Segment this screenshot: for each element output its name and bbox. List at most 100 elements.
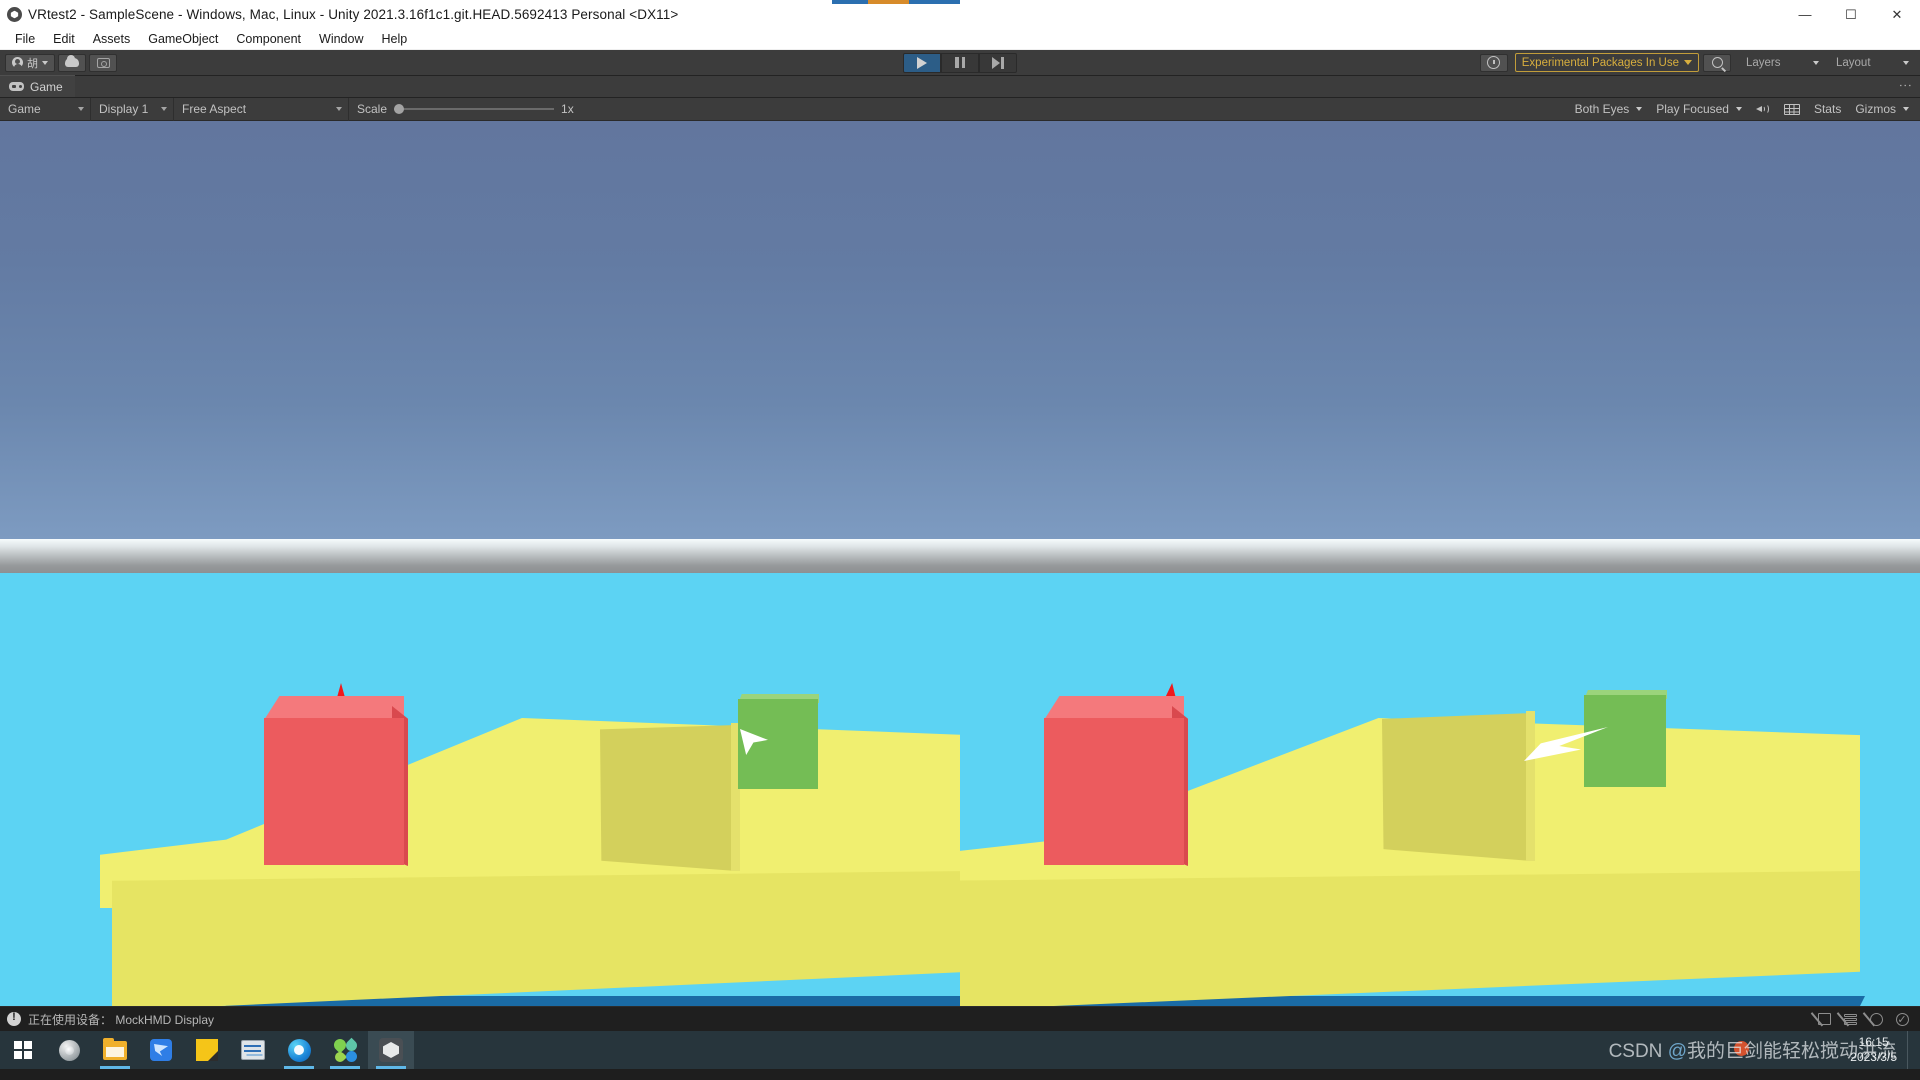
tab-game[interactable]: Game [0, 75, 75, 97]
game-render-surface[interactable] [0, 121, 1920, 1006]
account-name: 胡 [27, 57, 38, 70]
warning-icon [7, 1011, 21, 1026]
gizmos-button[interactable]: Gizmos [1848, 98, 1916, 121]
green-cube [1584, 695, 1666, 787]
camera-icon [96, 57, 110, 68]
pause-button[interactable] [941, 52, 979, 73]
bug-off-icon[interactable] [1810, 1009, 1836, 1030]
cortana-button[interactable] [46, 1031, 92, 1069]
panel-tabstrip: Game ⋮ [0, 75, 1920, 98]
aspect-ratio-label: Free Aspect [182, 102, 247, 116]
more-options-icon[interactable]: ⋮ [1898, 79, 1913, 92]
grid-button[interactable] [1777, 98, 1807, 121]
taskbar-quark-browser[interactable] [276, 1031, 322, 1069]
taskbar-file-explorer[interactable] [92, 1031, 138, 1069]
quark-icon [287, 1038, 311, 1062]
status-message-group[interactable]: 正在使用设备： MockHMD Display [0, 1011, 214, 1028]
menu-window[interactable]: Window [310, 30, 372, 48]
experimental-packages-label: Experimental Packages In Use [1521, 56, 1679, 69]
search-button[interactable] [1703, 53, 1731, 72]
watermark-at: @ [1667, 1041, 1687, 1062]
game-target-label: Game [8, 102, 41, 116]
display-dropdown[interactable]: Display 1 [91, 97, 174, 121]
search-icon [1711, 57, 1723, 68]
red-cube-top [1044, 696, 1184, 720]
stats-button[interactable]: Stats [1807, 98, 1848, 121]
menu-gameobject[interactable]: GameObject [139, 30, 227, 48]
check-circle-icon[interactable]: ✓ [1890, 1009, 1914, 1030]
tab-game-label: Game [30, 79, 63, 94]
play-icon [917, 56, 927, 69]
close-icon: ✕ [1891, 6, 1903, 22]
blue-bird-icon [150, 1039, 172, 1061]
window-titlebar: VRtest2 - SampleScene - Windows, Mac, Li… [0, 0, 1920, 28]
eyes-label: Both Eyes [1574, 102, 1630, 116]
chevron-down-icon [161, 107, 167, 111]
start-button[interactable] [0, 1031, 46, 1069]
menu-edit[interactable]: Edit [44, 30, 84, 48]
windows-taskbar: 16:15 2023/3/5 CSDN @我的巨剑能轻松搅动洪流 [0, 1031, 1920, 1069]
titlebar-left: VRtest2 - SampleScene - Windows, Mac, Li… [0, 6, 678, 22]
right-eye-view [960, 121, 1920, 1006]
menu-help[interactable]: Help [372, 30, 416, 48]
aspect-ratio-dropdown[interactable]: Free Aspect [174, 97, 349, 121]
close-button[interactable]: ✕ [1874, 0, 1920, 28]
taskbar-clock[interactable]: 16:15 2023/3/5 [1840, 1035, 1907, 1065]
mute-audio-icon [1755, 103, 1770, 115]
taskbar-colorful-app[interactable] [322, 1031, 368, 1069]
olive-quad [600, 725, 736, 871]
chevron-down-icon [42, 60, 48, 65]
grid-icon [1783, 103, 1800, 115]
menu-file[interactable]: File [6, 30, 44, 48]
minimize-button[interactable]: — [1782, 0, 1828, 28]
display-label: Display 1 [99, 102, 149, 116]
chevron-down-icon [78, 107, 84, 111]
play-focus-label: Play Focused [1656, 102, 1729, 116]
taskbar-notes-app[interactable] [184, 1031, 230, 1069]
gamepad-icon [9, 82, 24, 91]
layers-dropdown[interactable]: Layers [1738, 53, 1824, 72]
red-cube [264, 718, 404, 865]
status-bar: 正在使用设备： MockHMD Display ✓ [0, 1006, 1920, 1031]
chevron-down-icon [1813, 60, 1819, 65]
cloud-button[interactable] [58, 53, 86, 72]
chevron-down-icon [1684, 60, 1692, 65]
watermark-prefix: CSDN [1608, 1041, 1668, 1062]
step-icon [992, 56, 1004, 69]
layers-label: Layers [1746, 56, 1781, 69]
layers-off-icon[interactable] [1836, 1009, 1862, 1030]
account-button[interactable]: 胡 [5, 53, 55, 72]
taskbar-bird-app[interactable] [138, 1031, 184, 1069]
toolbar-left-group: 胡 [0, 53, 120, 72]
scale-slider-handle[interactable] [394, 104, 405, 114]
play-button[interactable] [903, 52, 941, 73]
taskbar-unity-editor[interactable] [368, 1031, 414, 1069]
eyes-dropdown[interactable]: Both Eyes [1568, 98, 1650, 121]
play-focus-dropdown[interactable]: Play Focused [1649, 98, 1749, 121]
scale-control: Scale 1x [349, 102, 582, 116]
system-tray: 16:15 2023/3/5 [1840, 1031, 1920, 1069]
mute-audio-button[interactable] [1749, 98, 1777, 121]
gizmos-label: Gizmos [1855, 102, 1896, 116]
status-message: 正在使用设备： MockHMD Display [28, 1012, 215, 1027]
menu-assets[interactable]: Assets [84, 30, 140, 48]
show-desktop-button[interactable] [1907, 1031, 1914, 1069]
yellow-note-icon [196, 1039, 218, 1061]
cortana-icon [58, 1039, 80, 1061]
eye-off-icon[interactable] [1862, 1009, 1888, 1030]
maximize-icon: ☐ [1845, 6, 1857, 22]
undo-history-button[interactable] [1479, 53, 1508, 72]
unity-icon [379, 1038, 403, 1062]
maximize-button[interactable]: ☐ [1828, 0, 1874, 28]
red-cube-top [264, 696, 404, 720]
experimental-packages-badge[interactable]: Experimental Packages In Use [1514, 53, 1699, 72]
menu-component[interactable]: Component [227, 30, 310, 48]
chevron-down-icon [1903, 60, 1909, 65]
step-button[interactable] [979, 52, 1017, 73]
horizon-band [0, 539, 960, 573]
game-target-dropdown[interactable]: Game [0, 97, 91, 121]
layout-dropdown[interactable]: Layout [1828, 53, 1914, 72]
taskbar-monitor-app[interactable] [230, 1031, 276, 1069]
services-button[interactable] [89, 53, 117, 72]
scale-slider[interactable] [394, 104, 555, 114]
